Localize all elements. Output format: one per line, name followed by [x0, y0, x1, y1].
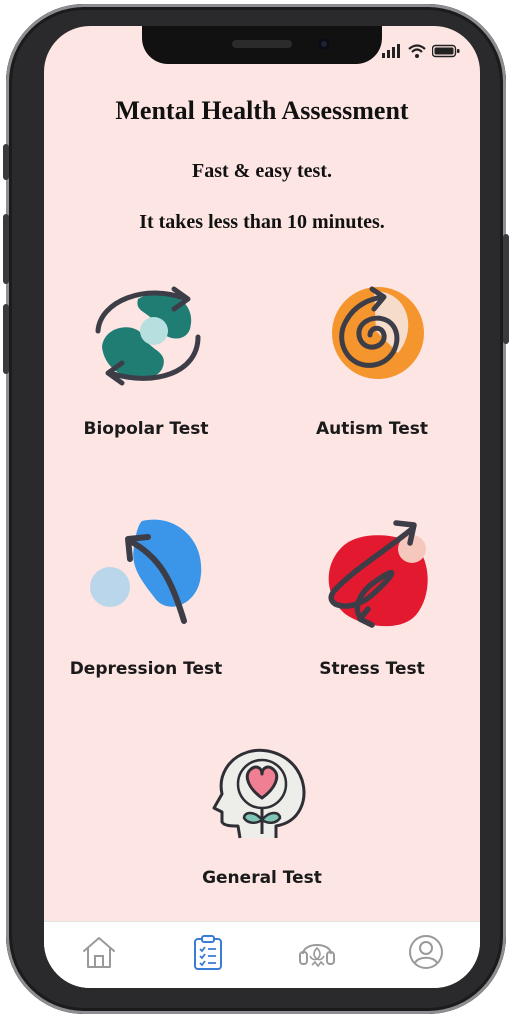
bipolar-icon: [95, 286, 201, 386]
mute-switch: [3, 144, 9, 180]
signal-icon: [382, 44, 400, 58]
subtitle: Fast & easy test.: [192, 160, 332, 182]
volume-up-button: [3, 214, 9, 284]
test-label: Depression Test: [69, 659, 223, 679]
battery-icon: [432, 44, 460, 58]
tab-meditation[interactable]: [295, 930, 339, 974]
home-icon: [82, 937, 115, 968]
phone-frame: Mental Health Assessment Fast & easy tes…: [3, 4, 509, 1014]
autism-test-card[interactable]: Autism Test: [282, 281, 462, 481]
app-screen: Mental Health Assessment Fast & easy tes…: [44, 26, 480, 988]
wifi-icon: [408, 44, 426, 58]
tab-profile[interactable]: [404, 930, 448, 974]
depression-test-card[interactable]: Depression Test: [56, 511, 236, 711]
general-icon: [212, 748, 306, 839]
meditation-icon: [298, 944, 335, 968]
speaker: [232, 40, 292, 48]
test-label: Biopolar Test: [83, 419, 209, 439]
bottom-tab-bar: [44, 921, 480, 988]
test-label: Autism Test: [315, 419, 429, 439]
camera: [318, 38, 330, 50]
profile-icon: [408, 935, 443, 969]
general-test-card[interactable]: General Test: [172, 746, 352, 946]
test-label: Stress Test: [319, 659, 425, 679]
subtitle-duration: It takes less than 10 minutes.: [139, 211, 385, 233]
tab-home[interactable]: [77, 930, 121, 974]
tab-tests[interactable]: [186, 930, 230, 974]
status-bar: [382, 44, 460, 58]
depression-icon: [90, 519, 202, 624]
stress-icon: [328, 520, 428, 628]
autism-icon: [332, 286, 424, 379]
volume-down-button: [3, 304, 9, 374]
clipboard-icon: [193, 935, 222, 970]
page-title: Mental Health Assessment: [115, 96, 409, 125]
test-label: General Test: [202, 868, 322, 888]
stress-test-card[interactable]: Stress Test: [282, 501, 462, 701]
power-button: [503, 234, 509, 344]
bipolar-test-card[interactable]: Biopolar Test: [56, 281, 236, 481]
notch: [142, 26, 382, 64]
